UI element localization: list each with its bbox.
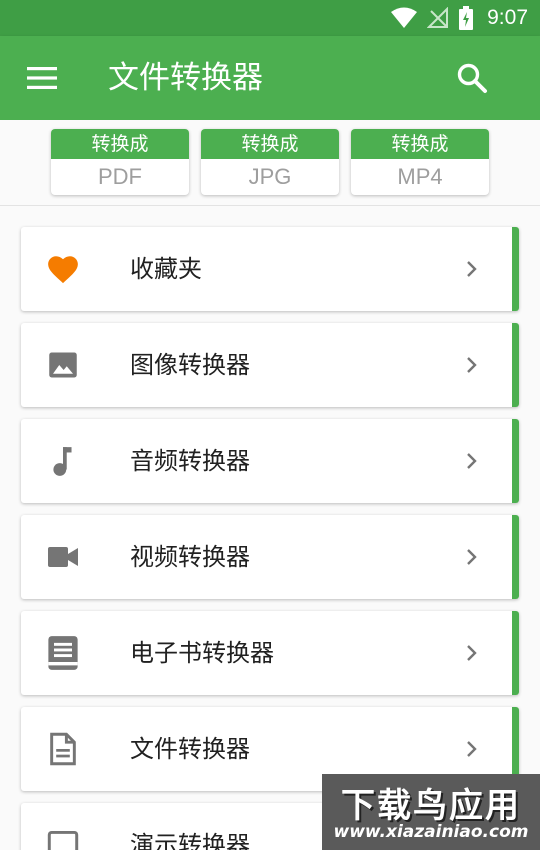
chevron-right-icon (467, 261, 477, 277)
accent-bar (512, 227, 519, 311)
chevron-right-icon (467, 453, 477, 469)
battery-charging-icon (459, 6, 474, 30)
status-bar: 9:07 (0, 0, 540, 36)
quick-convert-heading: 转换成 (201, 129, 339, 159)
app-bar: 文件转换器 (0, 36, 540, 120)
search-icon (457, 63, 487, 93)
accent-bar (512, 515, 519, 599)
menu-item-ebook-converter[interactable]: 电子书转换器 (21, 611, 519, 695)
watermark: 下载鸟应用 www.xiazainiao.com (322, 774, 540, 850)
chevron-right-icon (467, 645, 477, 661)
heart-icon (45, 251, 81, 287)
menu-item-label: 文件转换器 (130, 735, 250, 763)
menu-item-label: 电子书转换器 (130, 639, 274, 667)
accent-bar (512, 419, 519, 503)
quick-convert-format: MP4 (397, 164, 443, 189)
convert-to-pdf-button[interactable]: 转换成 PDF (51, 129, 189, 195)
quick-convert-format: JPG (248, 164, 292, 189)
menu-item-video-converter[interactable]: 视频转换器 (21, 515, 519, 599)
watermark-url: www.xiazainiao.com (333, 822, 529, 842)
chevron-right-icon (467, 357, 477, 373)
quick-convert-format: PDF (98, 164, 142, 189)
presentation-icon (45, 827, 81, 850)
menu-item-label: 音频转换器 (130, 447, 250, 475)
accent-bar (512, 323, 519, 407)
accent-bar (512, 611, 519, 695)
menu-item-label: 演示转换器 (130, 831, 250, 850)
page-title: 文件转换器 (108, 60, 263, 96)
image-icon (45, 347, 81, 383)
menu-icon (27, 67, 57, 89)
status-time: 9:07 (487, 6, 528, 29)
book-icon (45, 635, 81, 671)
menu-item-label: 收藏夹 (130, 255, 202, 283)
document-icon (45, 731, 81, 767)
chevron-right-icon (467, 549, 477, 565)
no-signal-icon (427, 7, 449, 28)
menu-button[interactable] (20, 58, 64, 98)
video-camera-icon (45, 539, 81, 575)
convert-to-jpg-button[interactable]: 转换成 JPG (201, 129, 339, 195)
menu-item-audio-converter[interactable]: 音频转换器 (21, 419, 519, 503)
menu-item-label: 图像转换器 (130, 351, 250, 379)
watermark-title: 下载鸟应用 (341, 786, 521, 826)
chevron-right-icon (467, 741, 477, 757)
music-note-icon (45, 443, 81, 479)
wifi-icon (391, 7, 418, 28)
search-button[interactable] (452, 58, 492, 98)
quick-convert-heading: 转换成 (351, 129, 489, 159)
quick-convert-heading: 转换成 (51, 129, 189, 159)
quick-convert-row: 转换成 PDF 转换成 JPG 转换成 MP4 (0, 120, 540, 206)
menu-item-favorites[interactable]: 收藏夹 (21, 227, 519, 311)
status-icons: 9:07 (391, 0, 528, 36)
menu-item-image-converter[interactable]: 图像转换器 (21, 323, 519, 407)
menu-item-label: 视频转换器 (130, 543, 250, 571)
convert-to-mp4-button[interactable]: 转换成 MP4 (351, 129, 489, 195)
